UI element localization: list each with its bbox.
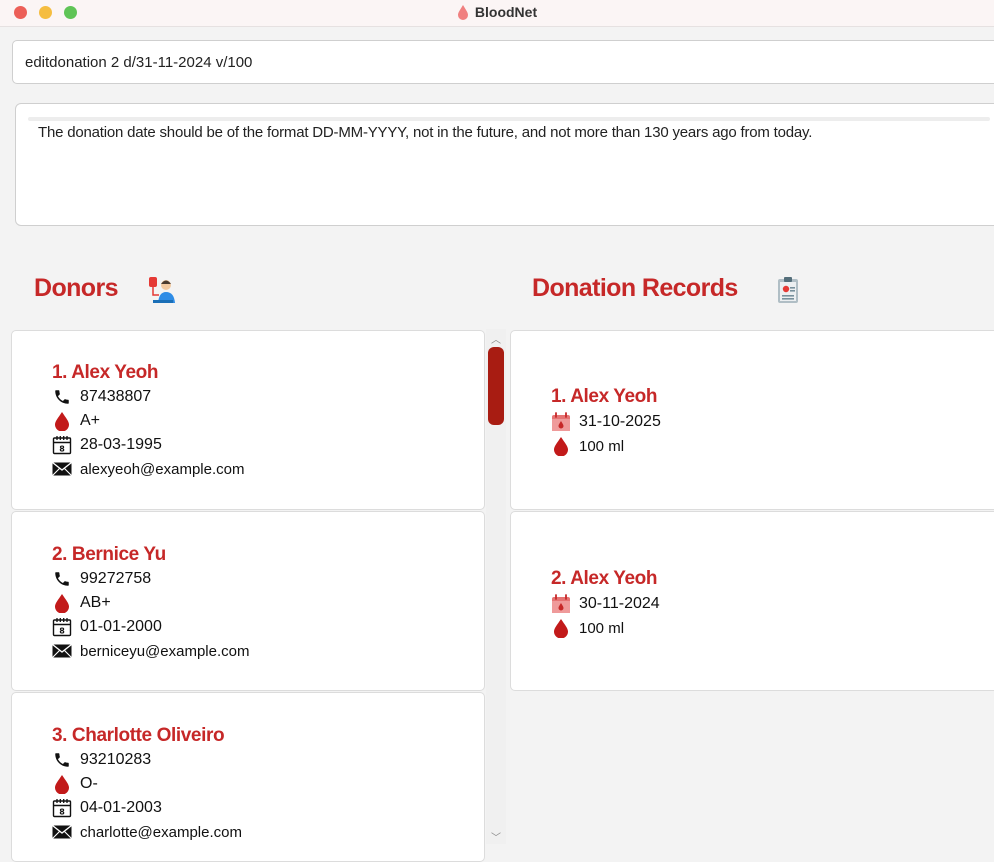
donor-blood-type: A+ [80, 412, 101, 429]
donor-email: berniceyu@example.com [80, 642, 250, 660]
donor-phone-row: 87438807 [52, 387, 151, 407]
donation-record-card[interactable]: 1. Alex Yeoh 31-10-2025 100 ml [510, 330, 994, 510]
command-text: editdonation 2 d/31-11-2024 v/100 [25, 54, 253, 71]
donor-email: alexyeoh@example.com [80, 460, 245, 478]
donor-name: 1. Alex Yeoh [52, 362, 159, 383]
blood-calendar-icon [551, 412, 571, 432]
donor-email-row: berniceyu@example.com [52, 641, 249, 661]
svg-text:8: 8 [59, 808, 65, 817]
record-date-row: 30-11-2024 [551, 594, 660, 614]
record-volume: 100 ml [579, 619, 625, 637]
donor-blood-row: AB+ [52, 593, 111, 613]
donor-phone: 87438807 [80, 388, 152, 405]
donor-blood-type: AB+ [80, 594, 111, 611]
blood-drop-icon [52, 774, 72, 794]
donor-phone: 99272758 [80, 570, 152, 587]
title-bar: BloodNet [0, 0, 994, 27]
donor-email-row: charlotte@example.com [52, 822, 242, 842]
envelope-icon [52, 822, 72, 842]
donor-name: 3. Charlotte Oliveiro [52, 725, 225, 746]
donor-person-icon [149, 277, 175, 303]
blood-drop-icon [52, 411, 72, 431]
result-display[interactable]: The donation date should be of the forma… [15, 103, 994, 226]
donation-record-card[interactable]: 2. Alex Yeoh 30-11-2024 100 ml [510, 511, 994, 691]
donor-blood-type: O- [80, 775, 98, 792]
record-volume-row: 100 ml [551, 436, 624, 456]
record-date: 30-11-2024 [579, 595, 660, 612]
svg-text:8: 8 [59, 627, 65, 636]
scroll-up-icon[interactable]: ︿ [491, 331, 501, 346]
calendar-icon: 8 [52, 435, 72, 455]
donor-name: 2. Bernice Yu [52, 544, 166, 565]
record-donor-name: 2. Alex Yeoh [551, 568, 658, 589]
window-title: BloodNet [0, 4, 994, 20]
donor-blood-row: A+ [52, 411, 100, 431]
donor-dob-row: 8 01-01-2000 [52, 617, 162, 637]
donor-dob-row: 8 28-03-1995 [52, 435, 162, 455]
donor-card[interactable]: 3. Charlotte Oliveiro 93210283 O- 8 04-0… [11, 692, 485, 862]
records-title: Donation Records [532, 274, 738, 302]
donor-phone-row: 99272758 [52, 569, 151, 589]
donor-dob: 01-01-2000 [80, 618, 162, 635]
envelope-icon [52, 459, 72, 479]
blood-drop-icon [52, 593, 72, 613]
calendar-icon: 8 [52, 617, 72, 637]
blood-drop-icon [551, 436, 571, 456]
phone-icon [52, 387, 72, 407]
donors-title: Donors [34, 274, 119, 302]
app-blood-drop-icon [457, 5, 468, 20]
donor-email-row: alexyeoh@example.com [52, 459, 244, 479]
command-input[interactable]: editdonation 2 d/31-11-2024 v/100 [12, 40, 994, 84]
result-scrollbar[interactable] [28, 117, 990, 121]
donor-dob: 04-01-2003 [80, 799, 162, 816]
donor-dob-row: 8 04-01-2003 [52, 798, 162, 818]
scrollbar-thumb[interactable] [488, 347, 504, 425]
donor-email: charlotte@example.com [80, 823, 242, 841]
svg-text:8: 8 [59, 445, 65, 454]
donor-dob: 28-03-1995 [80, 436, 162, 453]
record-donor-name: 1. Alex Yeoh [551, 386, 658, 407]
record-volume: 100 ml [579, 437, 625, 455]
record-date: 31-10-2025 [579, 413, 661, 430]
donor-card[interactable]: 2. Bernice Yu 99272758 AB+ 8 01-01-2000 … [11, 511, 485, 691]
result-message: The donation date should be of the forma… [38, 124, 813, 141]
record-volume-row: 100 ml [551, 618, 624, 638]
donor-phone-row: 93210283 [52, 750, 151, 770]
donor-card[interactable]: 1. Alex Yeoh 87438807 A+ 8 28-03-1995 al… [11, 330, 485, 510]
blood-calendar-icon [551, 594, 571, 614]
donor-phone: 93210283 [80, 751, 152, 768]
donor-blood-row: O- [52, 774, 98, 794]
phone-icon [52, 569, 72, 589]
envelope-icon [52, 641, 72, 661]
record-date-row: 31-10-2025 [551, 412, 661, 432]
calendar-icon: 8 [52, 798, 72, 818]
phone-icon [52, 750, 72, 770]
clipboard-icon [778, 277, 798, 303]
scroll-down-icon[interactable]: ﹀ [491, 829, 501, 844]
donor-list-scrollbar[interactable]: ︿ ﹀ [486, 329, 506, 844]
blood-drop-icon [551, 618, 571, 638]
